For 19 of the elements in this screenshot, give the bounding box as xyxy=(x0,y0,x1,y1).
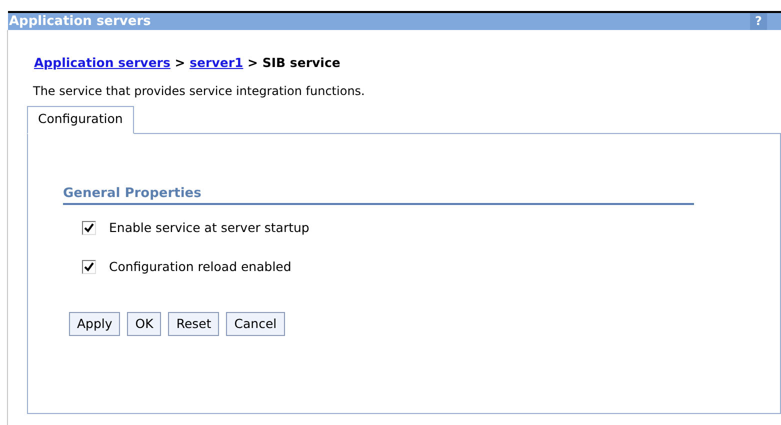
section-header: General Properties xyxy=(63,184,694,205)
checkbox[interactable] xyxy=(82,260,96,274)
breadcrumb-link[interactable]: Application servers xyxy=(34,55,170,70)
window-title: Application servers xyxy=(8,15,151,28)
breadcrumb-current: SIB service xyxy=(262,55,340,70)
tab[interactable]: Configuration xyxy=(27,106,134,134)
checkmark-icon xyxy=(84,223,94,234)
form-button[interactable]: OK xyxy=(127,312,162,336)
checkbox-label: Configuration reload enabled xyxy=(109,258,292,276)
checkbox[interactable] xyxy=(82,221,96,236)
page-description: The service that provides service integration functions. xyxy=(33,82,366,100)
breadcrumb-separator: > xyxy=(248,55,258,70)
form-button[interactable]: Apply xyxy=(69,312,120,336)
checkbox-label: Enable service at server startup xyxy=(109,218,310,237)
form-button[interactable]: Reset xyxy=(168,312,220,336)
breadcrumb-separator: > xyxy=(174,55,186,70)
form-button[interactable]: Cancel xyxy=(226,312,285,336)
checkmark-icon xyxy=(84,262,94,272)
breadcrumb-link[interactable]: server1 xyxy=(190,55,244,70)
